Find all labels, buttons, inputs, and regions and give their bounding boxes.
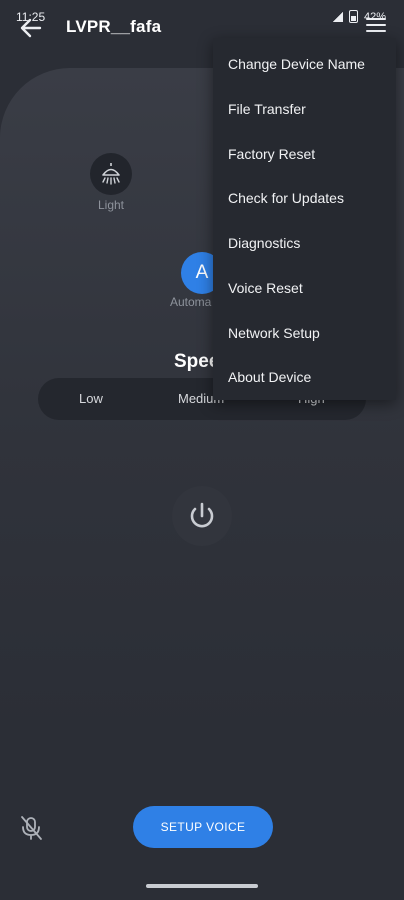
home-indicator[interactable] bbox=[146, 884, 258, 888]
menu-item-check-for-updates[interactable]: Check for Updates bbox=[228, 190, 344, 206]
menu-item-voice-reset[interactable]: Voice Reset bbox=[228, 280, 303, 296]
menu-item-network-setup[interactable]: Network Setup bbox=[228, 325, 320, 341]
light-bulb-icon bbox=[102, 163, 120, 185]
mic-off-icon[interactable] bbox=[18, 814, 44, 842]
back-arrow-icon[interactable] bbox=[18, 16, 44, 40]
menu-item-about-device[interactable]: About Device bbox=[228, 369, 311, 385]
power-button[interactable] bbox=[172, 486, 232, 546]
light-button[interactable] bbox=[90, 153, 132, 195]
menu-item-diagnostics[interactable]: Diagnostics bbox=[228, 235, 300, 251]
menu-icon[interactable] bbox=[366, 18, 386, 34]
power-icon bbox=[190, 502, 214, 528]
speed-option-low[interactable]: Low bbox=[79, 391, 103, 406]
signal-icon bbox=[332, 11, 343, 22]
menu-item-file-transfer[interactable]: File Transfer bbox=[228, 101, 306, 117]
setup-voice-button[interactable]: SETUP VOICE bbox=[133, 806, 273, 848]
light-label: Light bbox=[97, 198, 125, 212]
menu-item-factory-reset[interactable]: Factory Reset bbox=[228, 146, 315, 162]
menu-item-change-device-name[interactable]: Change Device Name bbox=[228, 56, 365, 72]
overflow-menu: Change Device Name File Transfer Factory… bbox=[213, 38, 396, 400]
battery-icon bbox=[348, 10, 358, 23]
page-title: LVPR__fafa bbox=[66, 17, 162, 36]
